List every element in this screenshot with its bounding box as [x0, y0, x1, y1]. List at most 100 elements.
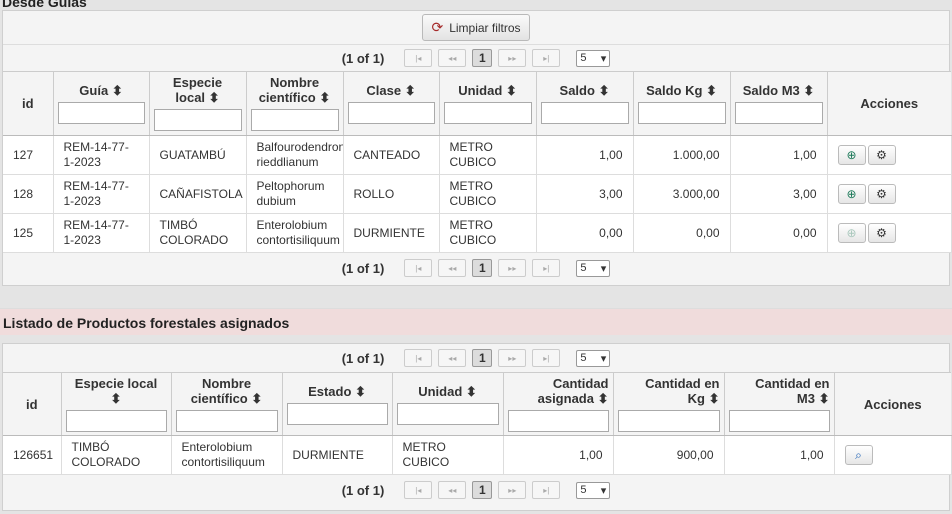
- next-page-icon[interactable]: ▸▸: [498, 49, 527, 67]
- col-saldo-m3[interactable]: Saldo M3 ⬍: [730, 71, 828, 136]
- cell-saldo-kg: 1.000,00: [633, 135, 731, 175]
- filter-guia-input[interactable]: [57, 102, 145, 124]
- col-acciones-label: Acciones: [860, 96, 919, 111]
- col-nombre[interactable]: Nombre científico ⬍: [171, 372, 283, 436]
- select-icon[interactable]: ⊕: [837, 184, 866, 204]
- col-nombre-label: Nombre científico: [190, 376, 252, 406]
- filter-nombre-input[interactable]: [250, 109, 339, 131]
- rows-per-page-select[interactable]: 5 ▾: [576, 259, 611, 277]
- next-page-icon[interactable]: ▸▸: [498, 481, 527, 499]
- guias-panel: ⟳ Limpiar filtros (1 of 1) |◂ ◂◂ 1 ▸▸ ▸|…: [2, 10, 952, 286]
- col-saldo-label: Saldo: [559, 83, 595, 98]
- prev-page-icon[interactable]: ◂◂: [438, 349, 467, 367]
- guias-paginator-top: (1 of 1) |◂ ◂◂ 1 ▸▸ ▸| 5 ▾: [3, 45, 949, 71]
- zoom-icon[interactable]: ⌕: [844, 445, 873, 465]
- col-id[interactable]: id: [3, 71, 54, 136]
- filter-estado-input[interactable]: [286, 403, 388, 425]
- prev-page-icon[interactable]: ◂◂: [438, 259, 467, 277]
- col-guia[interactable]: Guía ⬍: [53, 71, 150, 136]
- cell-saldo-kg: 3.000,00: [633, 174, 731, 214]
- page-count: (1 of 1): [341, 260, 385, 276]
- col-cantidad-kg[interactable]: Cantidad en Kg ⬍: [613, 372, 725, 436]
- sort-icon: ⬍: [505, 83, 517, 98]
- filter-saldo-kg-input[interactable]: [637, 102, 726, 124]
- first-page-icon[interactable]: |◂: [404, 259, 433, 277]
- guias-table: id Guía ⬍ Especie local ⬍ Nombre científ…: [3, 71, 952, 253]
- cell-acciones: ⊕ ⚙: [827, 213, 952, 253]
- select-icon[interactable]: ⊕: [837, 145, 866, 165]
- col-especie[interactable]: Especie local ⬍: [61, 372, 172, 436]
- col-unidad[interactable]: Unidad ⬍: [392, 372, 504, 436]
- last-page-icon[interactable]: ▸|: [532, 49, 561, 67]
- col-id[interactable]: id: [3, 372, 62, 436]
- col-saldo-m3-label: Saldo M3: [742, 83, 800, 98]
- first-page-icon[interactable]: |◂: [404, 481, 433, 499]
- col-cantidad[interactable]: Cantidad asignada ⬍: [503, 372, 614, 436]
- last-page-icon[interactable]: ▸|: [532, 349, 561, 367]
- col-nombre-label: Nombre científico: [258, 75, 320, 105]
- col-unidad-label: Unidad: [418, 384, 463, 399]
- page-count: (1 of 1): [341, 50, 385, 66]
- sort-icon: ⬍: [818, 391, 830, 406]
- col-cantidad-m3[interactable]: Cantidad en M3 ⬍: [724, 372, 835, 436]
- sort-icon: ⬍: [465, 384, 477, 399]
- cell-saldo: 3,00: [536, 174, 634, 214]
- sort-icon: ⬍: [708, 391, 720, 406]
- sort-icon: ⬍: [803, 83, 815, 98]
- col-saldo[interactable]: Saldo ⬍: [536, 71, 634, 136]
- filter-unidad-input[interactable]: [396, 403, 499, 425]
- col-acciones: Acciones: [834, 372, 951, 436]
- col-id-label: id: [25, 396, 38, 412]
- col-estado[interactable]: Estado ⬍: [282, 372, 393, 436]
- first-page-icon[interactable]: |◂: [404, 349, 433, 367]
- page-number-button[interactable]: 1: [472, 49, 493, 67]
- filter-especie-input[interactable]: [153, 109, 242, 131]
- filter-nombre-input[interactable]: [175, 410, 278, 432]
- gear-icon[interactable]: ⚙: [867, 145, 896, 165]
- col-nombre[interactable]: Nombre científico ⬍: [246, 71, 344, 136]
- sort-icon: ⬍: [110, 391, 122, 406]
- col-unidad[interactable]: Unidad ⬍: [439, 71, 537, 136]
- cell-saldo: 1,00: [536, 135, 634, 175]
- section-title-productos: Listado de Productos forestales asignado…: [0, 308, 952, 335]
- filter-cantidad-kg-input[interactable]: [617, 410, 720, 432]
- page-number-button[interactable]: 1: [472, 481, 493, 499]
- rows-per-page-select[interactable]: 5 ▾: [576, 481, 611, 499]
- filter-cantidad-m3-input[interactable]: [728, 410, 830, 432]
- rows-per-page-select[interactable]: 5 ▾: [576, 49, 611, 67]
- filter-especie-input[interactable]: [65, 410, 167, 432]
- filter-saldo-m3-input[interactable]: [734, 102, 823, 124]
- gear-icon[interactable]: ⚙: [867, 184, 896, 204]
- cell-especie: TIMBÓ COLORADO: [149, 213, 247, 253]
- chevron-down-icon: ▾: [600, 484, 607, 497]
- next-page-icon[interactable]: ▸▸: [498, 259, 527, 277]
- gear-icon[interactable]: ⚙: [867, 223, 896, 243]
- filter-saldo-input[interactable]: [540, 102, 629, 124]
- last-page-icon[interactable]: ▸|: [532, 259, 561, 277]
- col-saldo-kg[interactable]: Saldo Kg ⬍: [633, 71, 731, 136]
- table-row: 127 REM-14-77-1-2023 GUATAMBÚ Balfourode…: [3, 135, 952, 175]
- filter-unidad-input[interactable]: [443, 102, 532, 124]
- prev-page-icon[interactable]: ◂◂: [438, 481, 467, 499]
- cell-acciones: ⊕ ⚙: [827, 174, 952, 214]
- col-clase[interactable]: Clase ⬍: [343, 71, 440, 136]
- last-page-icon[interactable]: ▸|: [532, 481, 561, 499]
- productos-panel: (1 of 1) |◂ ◂◂ 1 ▸▸ ▸| 5 ▾ id Especie loc…: [2, 343, 952, 511]
- rows-per-page-value: 5: [580, 52, 587, 64]
- col-especie[interactable]: Especie local ⬍: [149, 71, 247, 136]
- filter-cantidad-input[interactable]: [507, 410, 609, 432]
- first-page-icon[interactable]: |◂: [404, 49, 433, 67]
- col-estado-label: Estado: [308, 384, 352, 399]
- filter-clase-input[interactable]: [347, 102, 435, 124]
- rows-per-page-select[interactable]: 5 ▾: [576, 349, 611, 367]
- clear-filters-button[interactable]: ⟳ Limpiar filtros: [422, 14, 530, 41]
- cell-unidad: METRO CUBICO: [439, 213, 537, 253]
- page-number-button[interactable]: 1: [472, 349, 493, 367]
- sort-icon: ⬍: [355, 384, 366, 399]
- col-clase-label: Clase: [366, 83, 402, 98]
- next-page-icon[interactable]: ▸▸: [498, 349, 527, 367]
- prev-page-icon[interactable]: ◂◂: [438, 49, 467, 67]
- cell-id: 127: [3, 135, 54, 175]
- cell-id: 128: [3, 174, 54, 214]
- page-number-button[interactable]: 1: [472, 259, 493, 277]
